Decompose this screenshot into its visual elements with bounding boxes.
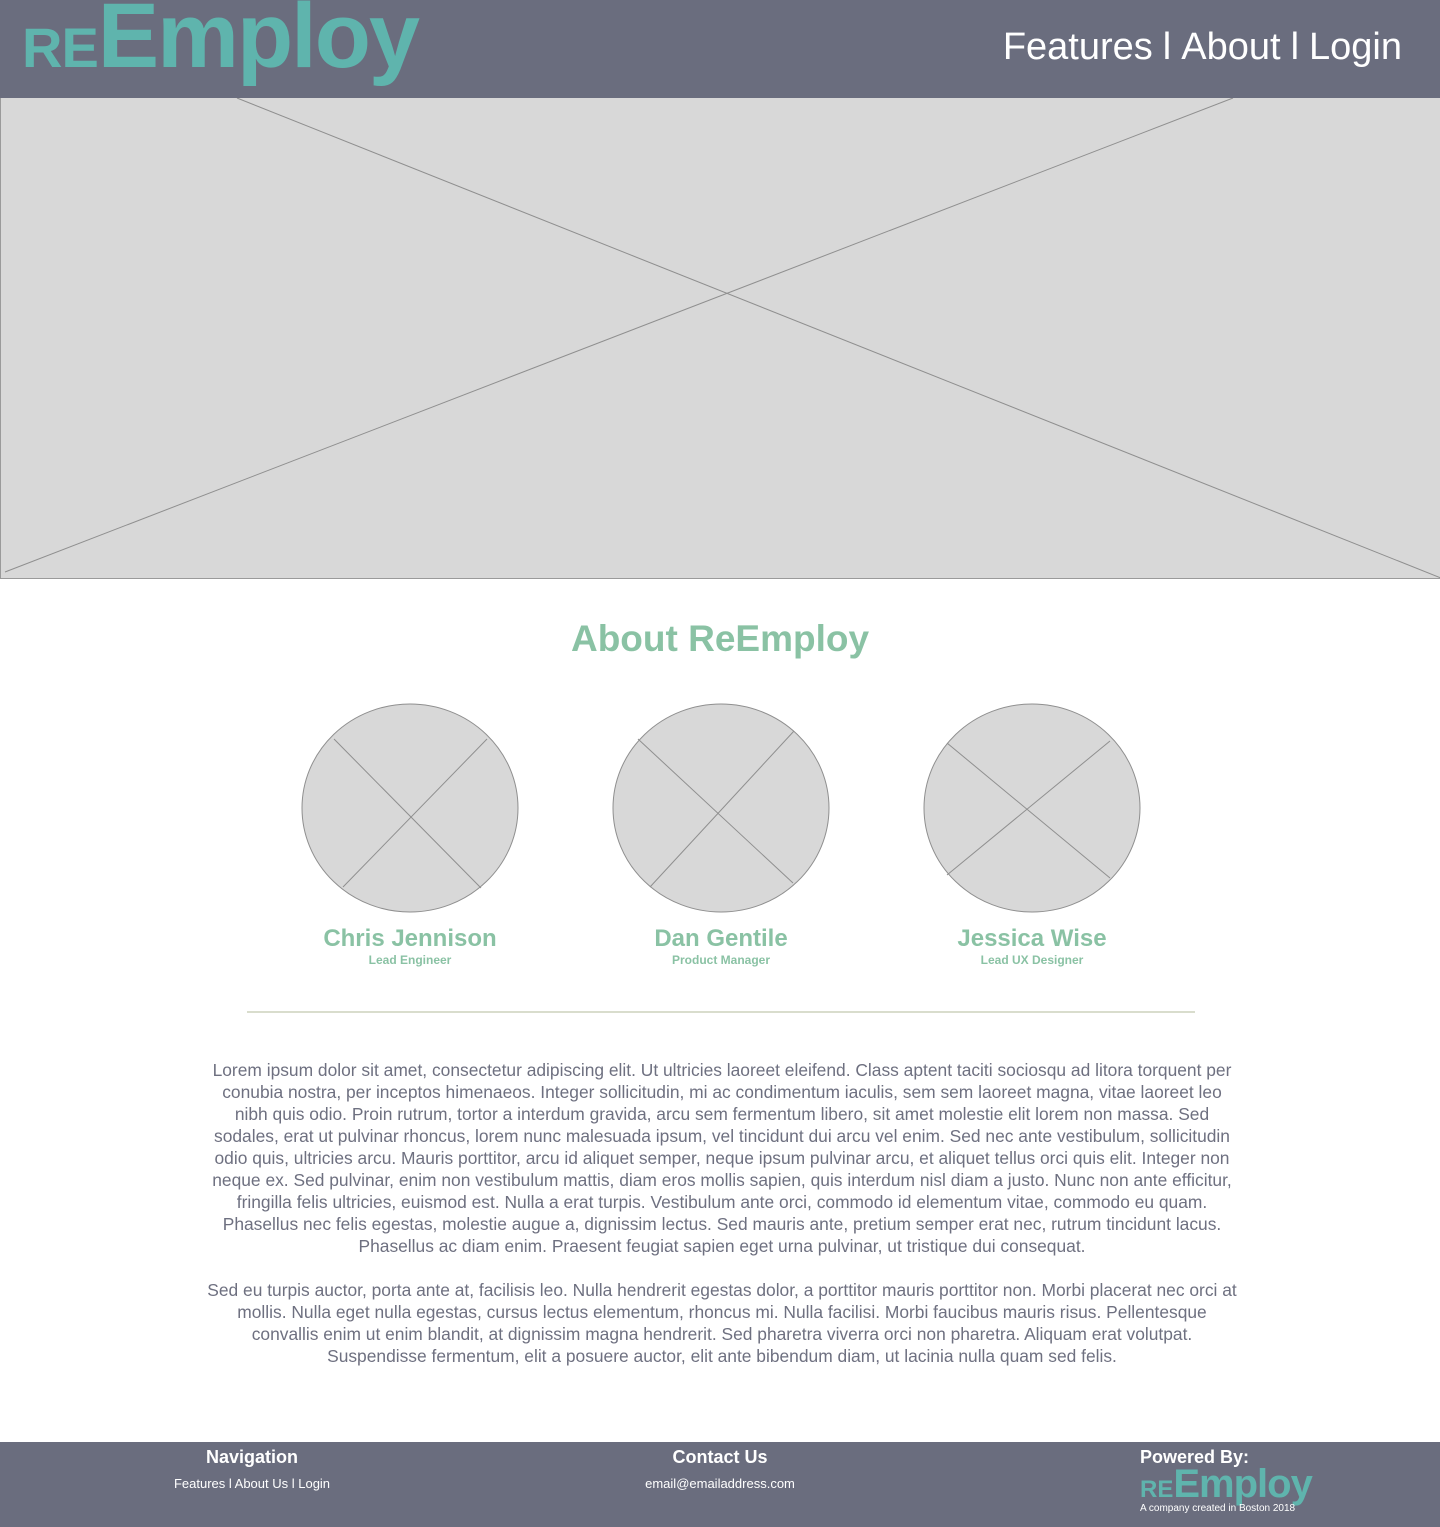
footer-tagline: A company created in Boston 2018 <box>1140 1503 1296 1514</box>
section-divider <box>247 1011 1195 1013</box>
site-header: REEmploy Features l About l Login <box>0 0 1440 98</box>
site-footer: Navigation Features l About Us l Login C… <box>0 1442 1440 1527</box>
footer-nav-heading: Navigation <box>205 1447 298 1467</box>
team-member: Chris Jennison Lead Engineer <box>260 703 560 967</box>
avatar-placeholder-icon <box>301 703 519 913</box>
logo-prefix: RE <box>22 16 99 79</box>
placeholder-cross-icon <box>4 98 1440 579</box>
footer-logo[interactable]: REEmploy <box>1140 1462 1313 1506</box>
footer-powered-by: Powered By: REEmploy A company created i… <box>1140 1446 1313 1514</box>
footer-contact: Contact Us email@emailaddress.com <box>620 1446 820 1491</box>
footer-navigation: Navigation Features l About Us l Login <box>152 1446 352 1491</box>
member-name: Dan Gentile <box>654 925 788 952</box>
avatar-placeholder-icon <box>923 703 1141 913</box>
about-description: Lorem ipsum dolor sit amet, consectetur … <box>205 1059 1239 1389</box>
footer-logo-main: Employ <box>1173 1462 1312 1506</box>
member-role: Lead UX Designer <box>980 953 1084 967</box>
member-role: Lead Engineer <box>368 953 452 967</box>
footer-logo-prefix: RE <box>1140 1476 1174 1503</box>
about-title: About ReEmploy <box>570 618 870 659</box>
about-paragraph: Sed eu turpis auctor, porta ante at, fac… <box>207 1280 1237 1366</box>
nav-link-about[interactable]: About <box>1181 26 1280 68</box>
footer-contact-heading: Contact Us <box>672 1447 768 1467</box>
site-logo[interactable]: REEmploy <box>22 0 420 82</box>
about-paragraph: Lorem ipsum dolor sit amet, consectetur … <box>212 1060 1232 1256</box>
nav-separator: l <box>1162 26 1172 68</box>
member-name: Chris Jennison <box>323 925 497 952</box>
hero-image-placeholder <box>0 98 1440 579</box>
avatar-placeholder-icon <box>612 703 830 913</box>
member-name: Jessica Wise <box>957 925 1107 952</box>
main-nav: Features l About l Login <box>1003 26 1402 69</box>
nav-link-features[interactable]: Features <box>1003 26 1153 68</box>
nav-link-login[interactable]: Login <box>1309 26 1402 68</box>
nav-separator: l <box>1290 26 1300 68</box>
footer-email-link[interactable]: email@emailaddress.com <box>620 1476 820 1491</box>
member-role: Product Manager <box>671 953 770 967</box>
team-member: Jessica Wise Lead UX Designer <box>882 703 1182 967</box>
footer-nav-links[interactable]: Features l About Us l Login <box>152 1476 352 1491</box>
logo-main: Employ <box>97 0 420 87</box>
team-member: Dan Gentile Product Manager <box>571 703 871 967</box>
